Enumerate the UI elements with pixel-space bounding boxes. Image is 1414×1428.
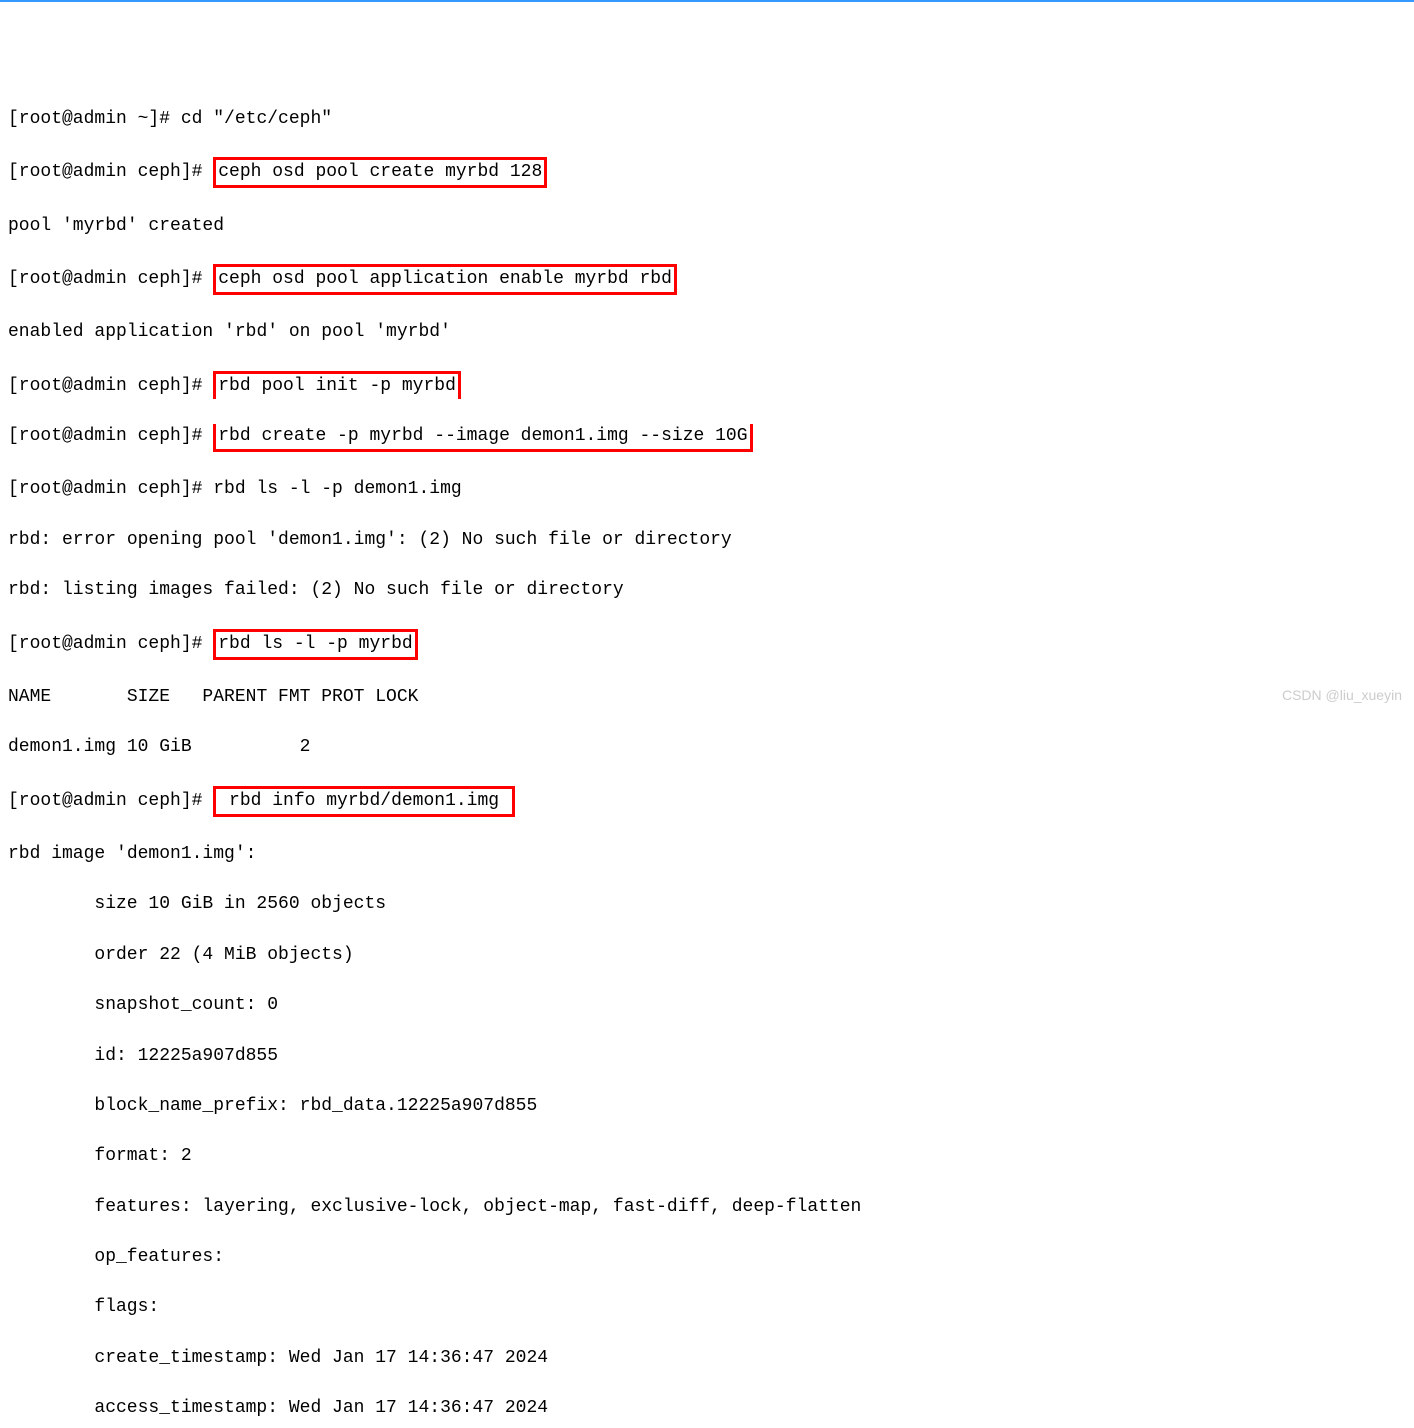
highlighted-command: rbd create -p myrbd --image demon1.img -…	[213, 424, 752, 452]
terminal-output: flags:	[8, 1295, 1406, 1320]
terminal-output: pool 'myrbd' created	[8, 214, 1406, 239]
prompt: [root@admin ceph]#	[8, 634, 213, 654]
terminal-output: rbd: error opening pool 'demon1.img': (2…	[8, 528, 1406, 553]
highlighted-command: rbd ls -l -p myrbd	[213, 629, 417, 660]
terminal-output: rbd: listing images failed: (2) No such …	[8, 578, 1406, 603]
prompt: [root@admin ceph]#	[8, 479, 213, 499]
terminal-output: format: 2	[8, 1144, 1406, 1169]
terminal-output: block_name_prefix: rbd_data.12225a907d85…	[8, 1094, 1406, 1119]
terminal-line: [root@admin ceph]# rbd info myrbd/demon1…	[8, 786, 1406, 817]
terminal-output: features: layering, exclusive-lock, obje…	[8, 1195, 1406, 1220]
command: cd "/etc/ceph"	[181, 109, 332, 129]
terminal-line: [root@admin ceph]# rbd pool init -p myrb…	[8, 371, 1406, 399]
terminal-output: id: 12225a907d855	[8, 1044, 1406, 1069]
command: rbd ls -l -p demon1.img	[213, 479, 461, 499]
prompt: [root@admin ceph]#	[8, 376, 213, 396]
prompt: [root@admin ~]#	[8, 109, 181, 129]
terminal-output: order 22 (4 MiB objects)	[8, 943, 1406, 968]
terminal-line: [root@admin ceph]# ceph osd pool create …	[8, 157, 1406, 188]
terminal-output: create_timestamp: Wed Jan 17 14:36:47 20…	[8, 1346, 1406, 1371]
highlighted-command: rbd pool init -p myrbd	[213, 371, 461, 399]
terminal-output: op_features:	[8, 1245, 1406, 1270]
terminal-output: enabled application 'rbd' on pool 'myrbd…	[8, 320, 1406, 345]
highlighted-command: rbd info myrbd/demon1.img	[213, 786, 515, 817]
prompt: [root@admin ceph]#	[8, 426, 213, 446]
terminal-output: size 10 GiB in 2560 objects	[8, 892, 1406, 917]
terminal-output: demon1.img 10 GiB 2	[8, 735, 1406, 760]
terminal-output: snapshot_count: 0	[8, 993, 1406, 1018]
terminal-output: NAME SIZE PARENT FMT PROT LOCK	[8, 685, 1406, 710]
highlighted-command: ceph osd pool create myrbd 128	[213, 157, 547, 188]
prompt: [root@admin ceph]#	[8, 162, 213, 182]
terminal-output: access_timestamp: Wed Jan 17 14:36:47 20…	[8, 1396, 1406, 1421]
terminal-line: [root@admin ~]# cd "/etc/ceph"	[8, 107, 1406, 132]
terminal-line: [root@admin ceph]# rbd ls -l -p demon1.i…	[8, 477, 1406, 502]
prompt: [root@admin ceph]#	[8, 791, 213, 811]
watermark: CSDN @liu_xueyin	[1282, 686, 1402, 706]
terminal-line: [root@admin ceph]# ceph osd pool applica…	[8, 264, 1406, 295]
terminal-line: [root@admin ceph]# rbd create -p myrbd -…	[8, 424, 1406, 452]
terminal-line: [root@admin ceph]# rbd ls -l -p myrbd	[8, 629, 1406, 660]
highlighted-command: ceph osd pool application enable myrbd r…	[213, 264, 677, 295]
terminal-output: rbd image 'demon1.img':	[8, 842, 1406, 867]
prompt: [root@admin ceph]#	[8, 269, 213, 289]
